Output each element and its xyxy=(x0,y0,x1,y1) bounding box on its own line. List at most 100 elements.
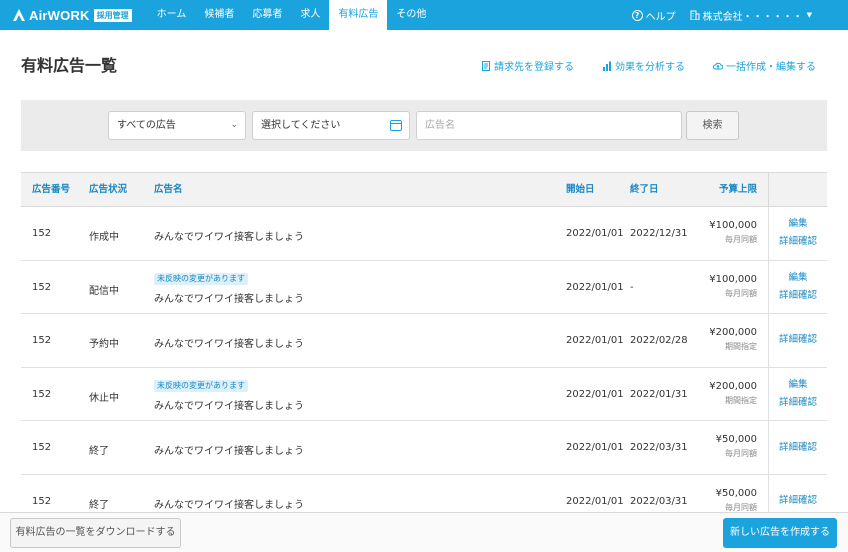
start-date: 2022/01/01 xyxy=(566,228,624,239)
search-button[interactable]: 検索 xyxy=(686,111,739,140)
end-date: - xyxy=(630,281,634,293)
start-date: 2022/01/01 xyxy=(566,335,624,347)
nav-item-4[interactable]: 有料広告 xyxy=(329,0,388,30)
airwork-logo[interactable]: AirWORK 採用管理 xyxy=(12,0,132,30)
ad-name: みんなでワイワイ接客しましょう xyxy=(154,400,304,412)
budget-period: 毎月同額 xyxy=(725,288,757,298)
detail-link[interactable]: 詳細確認 xyxy=(779,492,817,510)
analyze-effect-link[interactable]: 効果を分析する xyxy=(602,58,685,73)
ad-name-placeholder: 広告名 xyxy=(425,120,455,131)
date-placeholder: 選択してください xyxy=(261,120,341,131)
airwork-logo-icon xyxy=(12,8,26,22)
ad-status: 終了 xyxy=(89,499,109,511)
search-filter-bar: すべての広告 ⌄ 選択してください 広告名 検索 xyxy=(21,100,827,151)
budget-cell: ¥100,000 毎月同額 xyxy=(709,220,757,245)
table-row: 152 休止中 未反映の変更があります みんなでワイワイ接客しましょう 2022/01/… xyxy=(21,367,827,422)
detail-link[interactable]: 詳細確認 xyxy=(779,331,817,349)
table-row: 152 予約中 みんなでワイワイ接客しましょう 2022/01/01 2022/02/2… xyxy=(21,314,827,368)
budget-amount: ¥200,000 xyxy=(709,327,757,339)
ad-number: 152 xyxy=(32,335,52,347)
start-date: 2022/01/01 xyxy=(566,495,624,507)
register-billing-label: 請求先を登録する xyxy=(494,62,574,73)
end-date: 2022/02/28 xyxy=(630,335,688,347)
date-range-picker[interactable]: 選択してください xyxy=(252,111,410,140)
document-icon xyxy=(482,60,490,71)
nav-item-5[interactable]: その他 xyxy=(387,0,435,30)
end-date: 2022/03/31 xyxy=(630,442,688,454)
company-label: 株式会社・・・・・・ xyxy=(702,11,803,23)
header-name[interactable]: 広告名 xyxy=(154,173,183,207)
chevron-down-icon: ▼ xyxy=(806,11,812,19)
nav-item-0[interactable]: ホーム xyxy=(148,0,196,30)
budget-cell: ¥50,000 毎月同額 xyxy=(716,434,757,459)
end-date: 2022/03/31 xyxy=(630,495,688,507)
start-date: 2022/01/01 xyxy=(566,388,624,400)
budget-amount: ¥50,000 xyxy=(715,487,757,499)
nav-item-3[interactable]: 求人 xyxy=(291,0,329,30)
budget-cell: ¥200,000 期間指定 xyxy=(709,327,757,352)
ad-status: 配信中 xyxy=(89,285,119,297)
ad-number: 152 xyxy=(32,495,52,507)
ad-name-input[interactable]: 広告名 xyxy=(416,111,682,140)
edit-link[interactable]: 編集 xyxy=(788,269,807,287)
budget-amount: ¥100,000 xyxy=(709,220,757,231)
download-list-button[interactable]: 有料広告の一覧をダウンロードする xyxy=(10,518,181,548)
row-operations: 編集 詳細確認 xyxy=(768,367,827,421)
ad-name: みんなでワイワイ接客しましょう xyxy=(154,293,304,305)
ads-table: 広告番号 広告状況 広告名 開始日 終了日 予算上限 152 作成中 みんなでワイワ… xyxy=(21,172,827,529)
budget-cell: ¥100,000 毎月同額 xyxy=(709,274,757,299)
bulk-edit-link[interactable]: 一括作成・編集する xyxy=(713,58,816,73)
pending-changes-badge: 未反映の変更があります xyxy=(154,272,248,285)
table-row: 152 終了 みんなでワイワイ接客しましょう 2022/01/01 2022/03/31… xyxy=(21,421,827,475)
header-start-date[interactable]: 開始日 xyxy=(566,173,595,207)
ad-number: 152 xyxy=(32,388,52,400)
detail-link[interactable]: 詳細確認 xyxy=(779,394,817,412)
ad-number: 152 xyxy=(32,442,52,454)
header-end-date[interactable]: 終了日 xyxy=(630,173,659,207)
chevron-down-icon: ⌄ xyxy=(230,120,238,130)
start-date: 2022/01/01 xyxy=(566,281,624,293)
end-date: 2022/12/31 xyxy=(630,228,688,239)
edit-link[interactable]: 編集 xyxy=(788,376,807,394)
ad-status: 予約中 xyxy=(89,339,119,351)
help-label: ヘルプ xyxy=(645,11,676,23)
row-operations: 編集 詳細確認 xyxy=(768,260,827,314)
page-title: 有料広告一覧 xyxy=(21,56,118,75)
ad-name: みんなでワイワイ接客しましょう xyxy=(154,446,304,458)
detail-link[interactable]: 詳細確認 xyxy=(779,287,817,305)
ad-type-select[interactable]: すべての広告 ⌄ xyxy=(108,111,246,140)
budget-amount: ¥100,000 xyxy=(709,273,757,285)
budget-amount: ¥200,000 xyxy=(709,380,757,392)
bulk-edit-label: 一括作成・編集する xyxy=(726,62,816,73)
header-status[interactable]: 広告状況 xyxy=(89,173,127,207)
detail-link[interactable]: 詳細確認 xyxy=(779,233,817,251)
register-billing-link[interactable]: 請求先を登録する xyxy=(481,58,574,73)
top-navigation: AirWORK 採用管理 ホーム 候補者 応募者 求人 有料広告 その他 ? ヘルプ 株式… xyxy=(0,0,848,30)
row-operations: 詳細確認 xyxy=(768,314,827,367)
table-row: 152 配信中 未反映の変更がありますみんなでワイワイ接客しましょう 2022/01/… xyxy=(21,260,827,315)
create-ad-button[interactable]: 新しい広告を作成する xyxy=(723,518,837,548)
ad-name: みんなでワイワイ接客しましょう xyxy=(154,499,304,511)
cloud-upload-icon xyxy=(713,62,723,69)
ad-name: みんなでワイワイ接客しましょう xyxy=(154,339,304,351)
budget-cell: ¥50,000 毎月同額 xyxy=(716,488,757,513)
detail-link[interactable]: 詳細確認 xyxy=(779,439,817,457)
help-icon: ? xyxy=(631,9,643,21)
end-date: 2022/01/31 xyxy=(630,388,688,400)
ad-number: 152 xyxy=(32,281,52,293)
company-menu[interactable]: 株式会社・・・・・・ ▼ xyxy=(690,8,812,23)
header-budget[interactable]: 予算上限 xyxy=(719,173,757,207)
row-operations: 詳細確認 xyxy=(768,421,827,474)
nav-item-1[interactable]: 候補者 xyxy=(195,0,243,30)
ad-type-value: すべての広告 xyxy=(117,120,176,131)
header-number[interactable]: 広告番号 xyxy=(32,173,70,207)
nav-item-2[interactable]: 応募者 xyxy=(243,0,291,30)
budget-period: 毎月同額 xyxy=(725,449,757,459)
budget-period: 毎月同額 xyxy=(725,235,757,244)
budget-cell: ¥200,000 期間指定 xyxy=(709,381,757,406)
edit-link[interactable]: 編集 xyxy=(788,215,807,233)
table-row: 152 作成中 みんなでワイワイ接客しましょう 2022/01/01 2022/12/3… xyxy=(21,207,827,261)
pending-changes-badge: 未反映の変更があります xyxy=(154,379,248,392)
help-link[interactable]: ? ヘルプ xyxy=(631,8,676,23)
building-icon xyxy=(690,10,700,20)
